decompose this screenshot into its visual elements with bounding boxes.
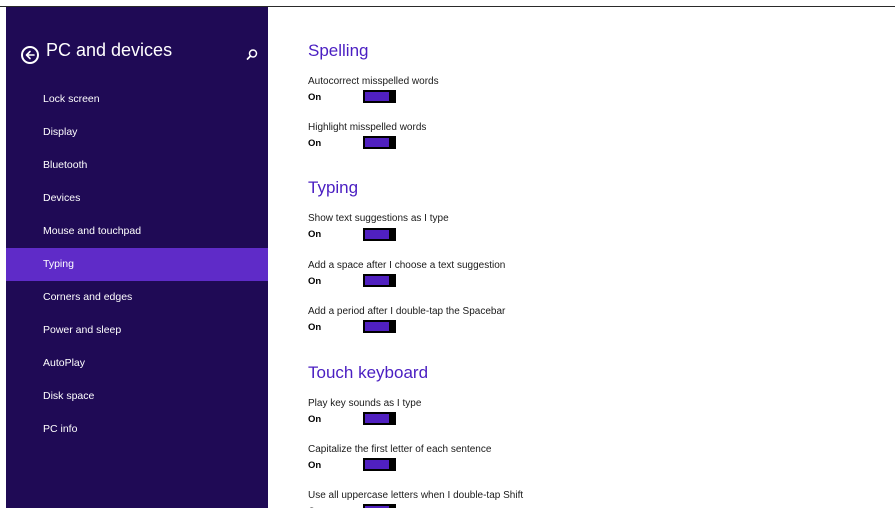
toggle-thumb xyxy=(389,274,396,287)
setting-state-text-suggestions: On xyxy=(308,229,322,240)
section-title-typing: Typing xyxy=(308,178,359,197)
toggle-thumb xyxy=(389,228,396,241)
settings-content: Spelling Autocorrect misspelled words On… xyxy=(268,7,895,508)
sidebar-item-devices[interactable]: Devices xyxy=(6,182,268,215)
toggle-thumb xyxy=(389,458,396,471)
setting-label-add-space: Add a space after I choose a text sugges… xyxy=(308,260,506,271)
setting-state-autocorrect: On xyxy=(308,92,322,103)
section-title-spelling: Spelling xyxy=(308,41,369,60)
sidebar-item-lock-screen[interactable]: Lock screen xyxy=(6,83,268,116)
setting-state-add-space: On xyxy=(308,276,322,287)
toggle-capitalize[interactable] xyxy=(363,458,396,471)
sidebar-item-bluetooth[interactable]: Bluetooth xyxy=(6,149,268,182)
sidebar-item-display[interactable]: Display xyxy=(6,116,268,149)
setting-label-add-period: Add a period after I double-tap the Spac… xyxy=(308,306,506,317)
toggle-add-space[interactable] xyxy=(363,274,396,287)
sidebar-item-typing[interactable]: Typing xyxy=(6,248,268,281)
setting-label-uppercase-shift: Use all uppercase letters when I double-… xyxy=(308,490,524,501)
back-arrow-circle-icon[interactable] xyxy=(21,46,39,64)
setting-label-text-suggestions: Show text suggestions as I type xyxy=(308,213,449,224)
sidebar-item-power-and-sleep[interactable]: Power and sleep xyxy=(6,314,268,347)
sidebar-item-pc-info[interactable]: PC info xyxy=(6,413,268,446)
sidebar-item-disk-space[interactable]: Disk space xyxy=(6,380,268,413)
toggle-highlight-misspelled[interactable] xyxy=(363,136,396,149)
setting-state-key-sounds: On xyxy=(308,414,322,425)
sidebar-item-autoplay[interactable]: AutoPlay xyxy=(6,347,268,380)
sidebar-nav: Lock screen Display Bluetooth Devices Mo… xyxy=(6,83,268,446)
toggle-thumb xyxy=(389,136,396,149)
sidebar: PC and devices Lock screen Display Bluet… xyxy=(6,7,268,508)
section-title-touch-keyboard: Touch keyboard xyxy=(308,363,429,382)
setting-label-autocorrect: Autocorrect misspelled words xyxy=(308,76,439,87)
toggle-autocorrect[interactable] xyxy=(363,90,396,103)
toggle-key-sounds[interactable] xyxy=(363,412,396,425)
search-icon[interactable] xyxy=(245,47,259,61)
setting-label-capitalize: Capitalize the first letter of each sent… xyxy=(308,444,492,455)
toggle-add-period[interactable] xyxy=(363,320,396,333)
setting-state-capitalize: On xyxy=(308,460,322,471)
setting-state-add-period: On xyxy=(308,322,322,333)
toggle-thumb xyxy=(389,504,396,508)
setting-label-highlight-misspelled: Highlight misspelled words xyxy=(308,122,427,133)
setting-label-key-sounds: Play key sounds as I type xyxy=(308,398,422,409)
page-title: PC and devices xyxy=(46,40,173,60)
toggle-uppercase-shift[interactable] xyxy=(363,504,396,508)
toggle-thumb xyxy=(389,320,396,333)
toggle-thumb xyxy=(389,412,396,425)
toggle-text-suggestions[interactable] xyxy=(363,228,396,241)
sidebar-item-mouse-and-touchpad[interactable]: Mouse and touchpad xyxy=(6,215,268,248)
setting-state-highlight-misspelled: On xyxy=(308,138,322,149)
toggle-thumb xyxy=(389,90,396,103)
sidebar-item-corners-and-edges[interactable]: Corners and edges xyxy=(6,281,268,314)
